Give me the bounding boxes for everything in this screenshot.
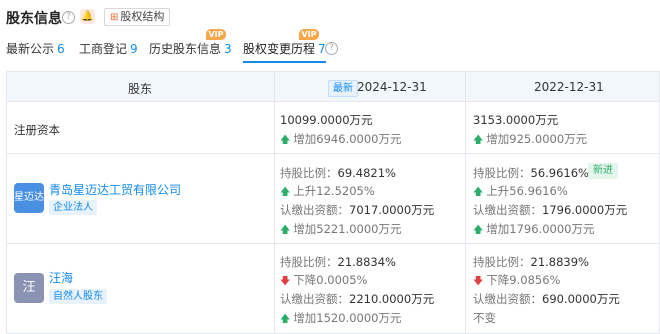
subscribed-value: 1796.0000万元	[542, 203, 628, 217]
subscribed-label: 认缴出资额：	[473, 203, 542, 217]
subscribed-value: 7017.0000万元	[349, 203, 435, 217]
section-title: 股东信息	[6, 11, 62, 27]
ratio-1: 持股比例：21.8834%	[280, 254, 396, 270]
capital-value-1: 10099.0000万元	[280, 113, 373, 127]
change-text: 增加925.0000万元	[486, 132, 588, 146]
tab-count: 9	[130, 42, 138, 56]
subscribed-2: 认缴出资额：690.0000万元	[473, 291, 620, 307]
capital-change-2: 🡅 增加925.0000万元	[473, 131, 587, 150]
shareholder-type-tag: 企业法人	[49, 200, 97, 215]
subscribed-change-2: 不变	[473, 311, 496, 325]
col-date-2: 2022-12-31	[534, 80, 604, 94]
ratio-value: 69.4821%	[337, 166, 396, 180]
company-logo: 星迈达	[14, 183, 44, 213]
ratio-label: 持股比例：	[280, 166, 338, 180]
new-entry-tag: 新进	[588, 163, 618, 179]
vip-badge: VIP	[299, 29, 319, 40]
subscribed-label: 认缴出资额：	[473, 292, 542, 306]
subscribed-label: 认缴出资额：	[280, 292, 349, 306]
ratio-change-1: 🡇 下降0.0005%	[280, 272, 367, 291]
subscribed-1: 认缴出资额：2210.0000万元	[280, 291, 434, 307]
ratio-change-1: 🡅 上升12.5205%	[280, 183, 375, 202]
equity-change-table: 股东 最新 2024-12-31 2022-12-31 注册资本 10099.0…	[6, 71, 660, 334]
ratio-change-2: 🡅 上升56.9616%	[473, 183, 568, 202]
change-text: 下降9.0856%	[486, 273, 561, 287]
arrow-down-icon: 🡇	[473, 276, 484, 287]
divider	[465, 72, 466, 333]
divider	[7, 101, 659, 102]
tab-latest-public[interactable]: 最新公示 6	[6, 40, 65, 57]
tab-label: 最新公示	[6, 42, 55, 56]
equity-structure-button[interactable]: ⊞ 股权结构	[104, 8, 171, 26]
ratio-label: 持股比例：	[473, 166, 531, 180]
shareholder-name-link[interactable]: 汪海	[49, 269, 73, 286]
change-text: 上升12.5205%	[293, 184, 375, 198]
change-text: 上升56.9616%	[486, 184, 568, 198]
divider	[274, 72, 275, 333]
shareholder-name-link[interactable]: 青岛星迈达工贸有限公司	[49, 181, 181, 198]
change-text: 下降0.0005%	[293, 273, 368, 287]
shareholder-type-tag: 自然人股东	[49, 289, 107, 304]
subscribed-change-2: 🡅 增加1796.0000万元	[473, 221, 594, 240]
ratio-1: 持股比例：69.4821%	[280, 165, 396, 181]
tab-count: 6	[57, 42, 65, 56]
tab-count: 3	[224, 42, 232, 56]
subscribed-change-1: 🡅 增加5221.0000万元	[280, 221, 401, 240]
ratio-2: 持股比例：21.8839%	[473, 254, 589, 270]
tab-history-shareholders[interactable]: 历史股东信息 3	[149, 40, 232, 57]
help-icon[interactable]: ?	[325, 42, 338, 55]
ratio-value: 21.8834%	[337, 255, 396, 269]
change-text: 增加1796.0000万元	[486, 222, 595, 236]
ratio-value: 56.9616%	[530, 166, 589, 180]
tab-label: 历史股东信息	[149, 42, 222, 56]
arrow-up-icon: 🡅	[280, 135, 291, 146]
ratio-value: 21.8839%	[530, 255, 589, 269]
change-text: 增加6946.0000万元	[293, 132, 402, 146]
arrow-down-icon: 🡇	[280, 276, 291, 287]
col-shareholder: 股东	[128, 82, 153, 96]
change-text: 增加5221.0000万元	[293, 222, 402, 236]
capital-label: 注册资本	[14, 123, 60, 137]
subscribed-value: 2210.0000万元	[349, 292, 435, 306]
latest-tag: 最新	[328, 80, 358, 97]
capital-change-1: 🡅 增加6946.0000万元	[280, 131, 401, 150]
structure-icon: ⊞	[110, 12, 119, 23]
subscribed-1: 认缴出资额：7017.0000万元	[280, 202, 434, 218]
tab-label: 股权变更历程	[243, 42, 316, 56]
arrow-up-icon: 🡅	[280, 314, 291, 325]
help-icon[interactable]: ?	[62, 11, 75, 24]
subscribed-label: 认缴出资额：	[280, 203, 349, 217]
subscribed-value: 690.0000万元	[542, 292, 620, 306]
arrow-up-icon: 🡅	[280, 225, 291, 236]
ratio-change-2: 🡇 下降9.0856%	[473, 272, 560, 291]
arrow-up-icon: 🡅	[473, 225, 484, 236]
tab-label: 工商登记	[79, 42, 128, 56]
ratio-2: 持股比例：56.9616%	[473, 165, 589, 181]
subscribed-change-1: 🡅 增加1520.0000万元	[280, 310, 401, 329]
person-avatar: 汪	[14, 273, 44, 303]
subscribed-2: 认缴出资额：1796.0000万元	[473, 202, 627, 218]
tab-equity-change-history[interactable]: 股权变更历程 7	[243, 40, 326, 63]
change-text: 增加1520.0000万元	[293, 311, 402, 325]
col-date-1: 2024-12-31	[357, 80, 427, 94]
equity-structure-label: 股权结构	[120, 10, 165, 23]
capital-value-2: 3153.0000万元	[473, 113, 559, 127]
vip-badge: VIP	[206, 29, 226, 40]
arrow-up-icon: 🡅	[280, 187, 291, 198]
arrow-up-icon: 🡅	[473, 135, 484, 146]
ratio-label: 持股比例：	[473, 255, 531, 269]
tab-business-registration[interactable]: 工商登记 9	[79, 40, 138, 57]
arrow-up-icon: 🡅	[473, 187, 484, 198]
divider	[7, 153, 659, 154]
ratio-label: 持股比例：	[280, 255, 338, 269]
divider	[7, 243, 659, 244]
bell-icon[interactable]: 🔔	[80, 9, 95, 24]
